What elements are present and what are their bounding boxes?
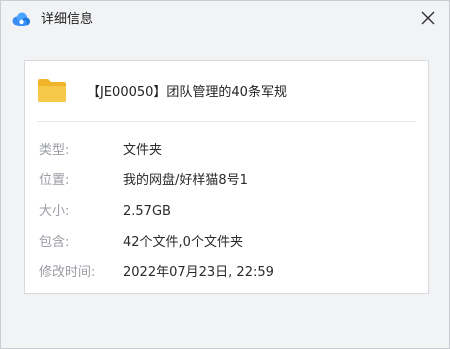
divider: [37, 121, 416, 122]
details-card: 【JE00050】团队管理的40条军规 类型: 文件夹 位置: 我的网盘/好样猫…: [24, 60, 429, 294]
file-name: 【JE00050】团队管理的40条军规: [87, 85, 287, 100]
dialog-title: 详细信息: [41, 12, 94, 27]
detail-value: 文件夹: [123, 143, 163, 158]
detail-label: 位置:: [39, 173, 70, 188]
baidu-netdisk-cloud-icon: [12, 12, 30, 26]
detail-value: 2022年07月23日, 22:59: [123, 265, 274, 280]
detail-label: 包含:: [39, 235, 70, 250]
detail-label: 大小:: [39, 204, 70, 219]
detail-value: 42个文件,0个文件夹: [123, 235, 243, 250]
detail-label: 类型:: [39, 143, 70, 158]
detail-value: 我的网盘/好样猫8号1: [123, 173, 248, 188]
detail-label: 修改时间:: [39, 265, 96, 280]
folder-icon: [38, 79, 66, 102]
details-dialog: 详细信息 【JE00050】团队管理的40条军规 类型: 文件夹 位置: 我的网…: [0, 0, 450, 349]
close-icon[interactable]: [415, 5, 441, 31]
detail-value: 2.57GB: [123, 204, 171, 219]
title-bar: 详细信息: [1, 1, 449, 39]
